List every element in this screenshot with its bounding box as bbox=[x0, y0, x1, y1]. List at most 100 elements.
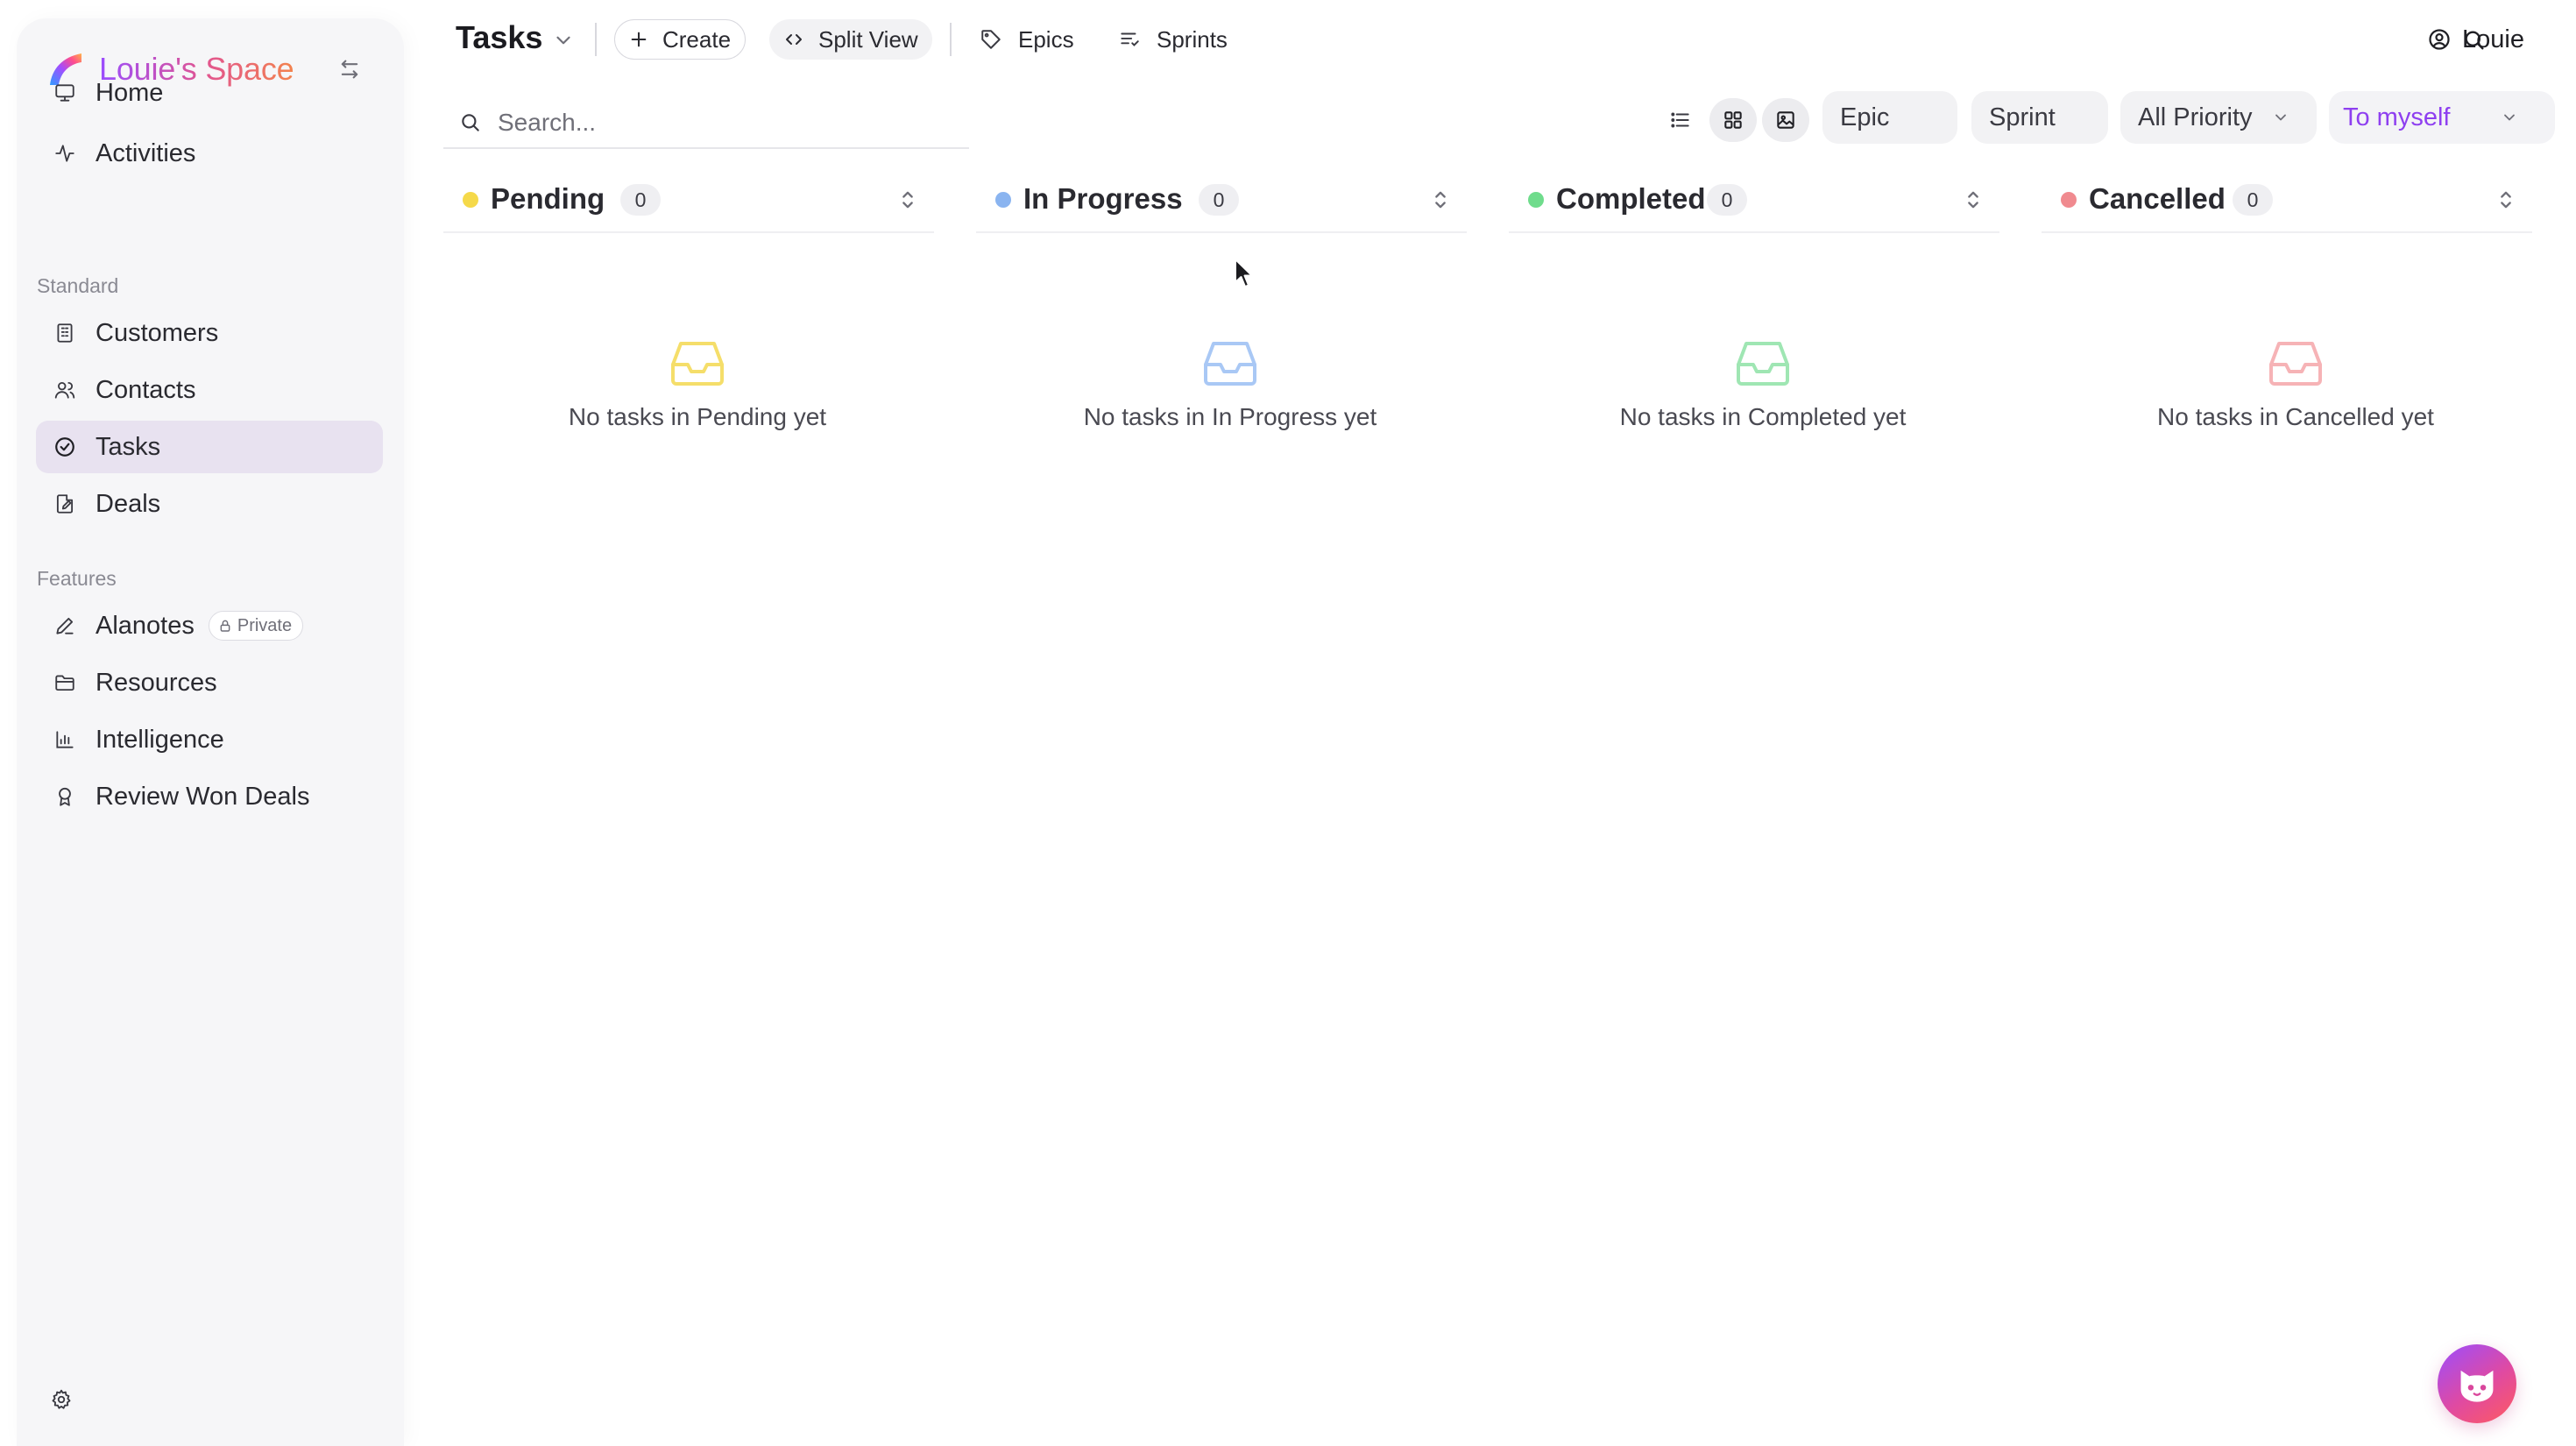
document-edit-icon bbox=[52, 491, 78, 517]
create-button-label: Create bbox=[662, 25, 732, 53]
status-dot bbox=[1528, 192, 1544, 208]
sidebar-item-customers[interactable]: Customers bbox=[36, 307, 383, 359]
sort-arrows-icon[interactable] bbox=[2494, 188, 2518, 212]
status-dot bbox=[463, 192, 478, 208]
sidebar-item-review-won-deals[interactable]: Review Won Deals bbox=[36, 770, 383, 823]
sidebar-item-label: Deals bbox=[96, 489, 161, 518]
search-input[interactable] bbox=[498, 109, 936, 137]
monitor-icon bbox=[52, 80, 78, 106]
priority-filter-label: All Priority bbox=[2138, 103, 2253, 131]
column-count-badge: 0 bbox=[1199, 184, 1239, 216]
tag-icon bbox=[981, 30, 1001, 49]
column-header: Pending 0 bbox=[443, 167, 934, 233]
sidebar-item-label: Alanotes bbox=[96, 611, 195, 640]
sidebar-item-label: Resources bbox=[96, 668, 217, 697]
column-header: Cancelled 0 bbox=[2042, 167, 2532, 233]
sidebar-item-intelligence[interactable]: Intelligence bbox=[36, 713, 383, 766]
priority-filter[interactable]: All Priority bbox=[2120, 91, 2317, 144]
building-icon bbox=[52, 320, 78, 346]
user-name: Louie bbox=[2462, 25, 2524, 53]
empty-state-message: No tasks in In Progress yet bbox=[1083, 403, 1377, 430]
user-menu-button[interactable]: Louie bbox=[2427, 21, 2524, 58]
list-sprint-icon bbox=[1121, 32, 1139, 46]
pen-icon bbox=[52, 613, 78, 639]
settings-button[interactable] bbox=[44, 1382, 79, 1417]
sprint-filter-label: Sprint bbox=[1989, 103, 2056, 131]
inbox-icon bbox=[1737, 342, 1789, 386]
create-button[interactable]: Create bbox=[614, 19, 747, 60]
empty-state: No tasks in Completed yet bbox=[1509, 338, 2017, 431]
column-cancelled: Cancelled 0 No tasks in Cancelled yet bbox=[2042, 167, 2532, 535]
column-count-badge: 0 bbox=[620, 184, 661, 216]
epic-filter-label: Epic bbox=[1840, 103, 1890, 131]
sprints-button-label: Sprints bbox=[1157, 25, 1228, 53]
board-view-button[interactable] bbox=[1709, 98, 1757, 142]
user-circle-icon bbox=[2429, 29, 2450, 50]
activity-icon bbox=[52, 140, 78, 167]
chevron-down-icon[interactable] bbox=[552, 29, 575, 52]
sidebar-item-label: Intelligence bbox=[96, 725, 224, 754]
private-badge: Private bbox=[208, 611, 304, 641]
image-icon bbox=[1777, 111, 1794, 129]
sidebar-item-alanotes[interactable]: Alanotes Private bbox=[36, 599, 383, 652]
column-count-badge: 0 bbox=[1707, 184, 1747, 216]
divider bbox=[950, 23, 952, 56]
column-pending: Pending 0 No tasks in Pending yet bbox=[443, 167, 934, 535]
gallery-view-button[interactable] bbox=[1762, 98, 1809, 142]
column-title: Pending bbox=[491, 182, 605, 215]
epics-button[interactable]: Epics bbox=[980, 19, 1074, 60]
status-dot bbox=[2061, 192, 2077, 208]
sort-arrows-icon[interactable] bbox=[895, 188, 920, 212]
sidebar-item-deals[interactable]: Deals bbox=[36, 478, 383, 530]
assistant-button[interactable] bbox=[2438, 1344, 2516, 1423]
column-in-progress: In Progress 0 No tasks in In Progress ye… bbox=[976, 167, 1467, 535]
empty-state-message: No tasks in Pending yet bbox=[568, 403, 827, 430]
empty-state: No tasks in Cancelled yet bbox=[2042, 338, 2550, 431]
folder-icon bbox=[52, 670, 78, 696]
sidebar-item-activities[interactable]: Activities bbox=[36, 127, 383, 180]
sprints-button[interactable]: Sprints bbox=[1118, 19, 1228, 60]
section-label-standard: Standard bbox=[37, 274, 119, 297]
inbox-icon bbox=[1204, 342, 1256, 386]
sidebar-item-label: Tasks bbox=[96, 432, 161, 461]
search-icon bbox=[462, 114, 479, 131]
top-bar: Tasks Create Split View Epics Sprints bbox=[438, 0, 2576, 79]
chevron-down-icon bbox=[2275, 114, 2286, 121]
epic-filter[interactable]: Epic bbox=[1822, 91, 1957, 144]
sidebar-item-resources[interactable]: Resources bbox=[36, 656, 383, 709]
sidebar-item-tasks[interactable]: Tasks bbox=[36, 421, 383, 473]
sidebar-item-label: Contacts bbox=[96, 375, 196, 404]
private-badge-label: Private bbox=[237, 615, 293, 635]
column-header: Completed 0 bbox=[1509, 167, 1999, 233]
page-title: Tasks bbox=[456, 19, 543, 55]
assignee-filter-label: To myself bbox=[2343, 103, 2451, 131]
sort-arrows-icon[interactable] bbox=[1428, 188, 1453, 212]
assignee-filter[interactable]: To myself bbox=[2329, 91, 2555, 144]
code-brackets-icon bbox=[786, 34, 802, 45]
lock-icon bbox=[220, 620, 230, 632]
inbox-icon bbox=[671, 342, 724, 386]
list-view-button[interactable] bbox=[1657, 98, 1704, 142]
gear-icon bbox=[52, 1389, 71, 1409]
kanban-board: Pending 0 No tasks in Pending yet In Pro… bbox=[443, 167, 2555, 587]
split-view-button-label: Split View bbox=[818, 25, 918, 53]
sidebar-item-contacts[interactable]: Contacts bbox=[36, 364, 383, 416]
award-icon bbox=[52, 783, 78, 810]
status-dot bbox=[995, 192, 1011, 208]
task-search bbox=[443, 98, 969, 149]
bar-chart-icon bbox=[52, 727, 78, 753]
sidebar-item-home[interactable]: Home bbox=[36, 67, 383, 119]
empty-state: No tasks in In Progress yet bbox=[976, 338, 1484, 431]
epics-button-label: Epics bbox=[1018, 25, 1074, 53]
check-circle-icon bbox=[52, 434, 78, 460]
inbox-icon bbox=[2269, 342, 2322, 386]
split-view-button[interactable]: Split View bbox=[769, 19, 932, 60]
sidebar-item-label: Customers bbox=[96, 318, 219, 347]
empty-state: No tasks in Pending yet bbox=[443, 338, 952, 431]
sort-arrows-icon[interactable] bbox=[1961, 188, 1985, 212]
empty-state-message: No tasks in Cancelled yet bbox=[2157, 403, 2434, 430]
sprint-filter[interactable]: Sprint bbox=[1971, 91, 2108, 144]
column-title: Cancelled bbox=[2089, 182, 2226, 215]
section-label-features: Features bbox=[37, 567, 117, 590]
empty-state-message: No tasks in Completed yet bbox=[1619, 403, 1907, 430]
